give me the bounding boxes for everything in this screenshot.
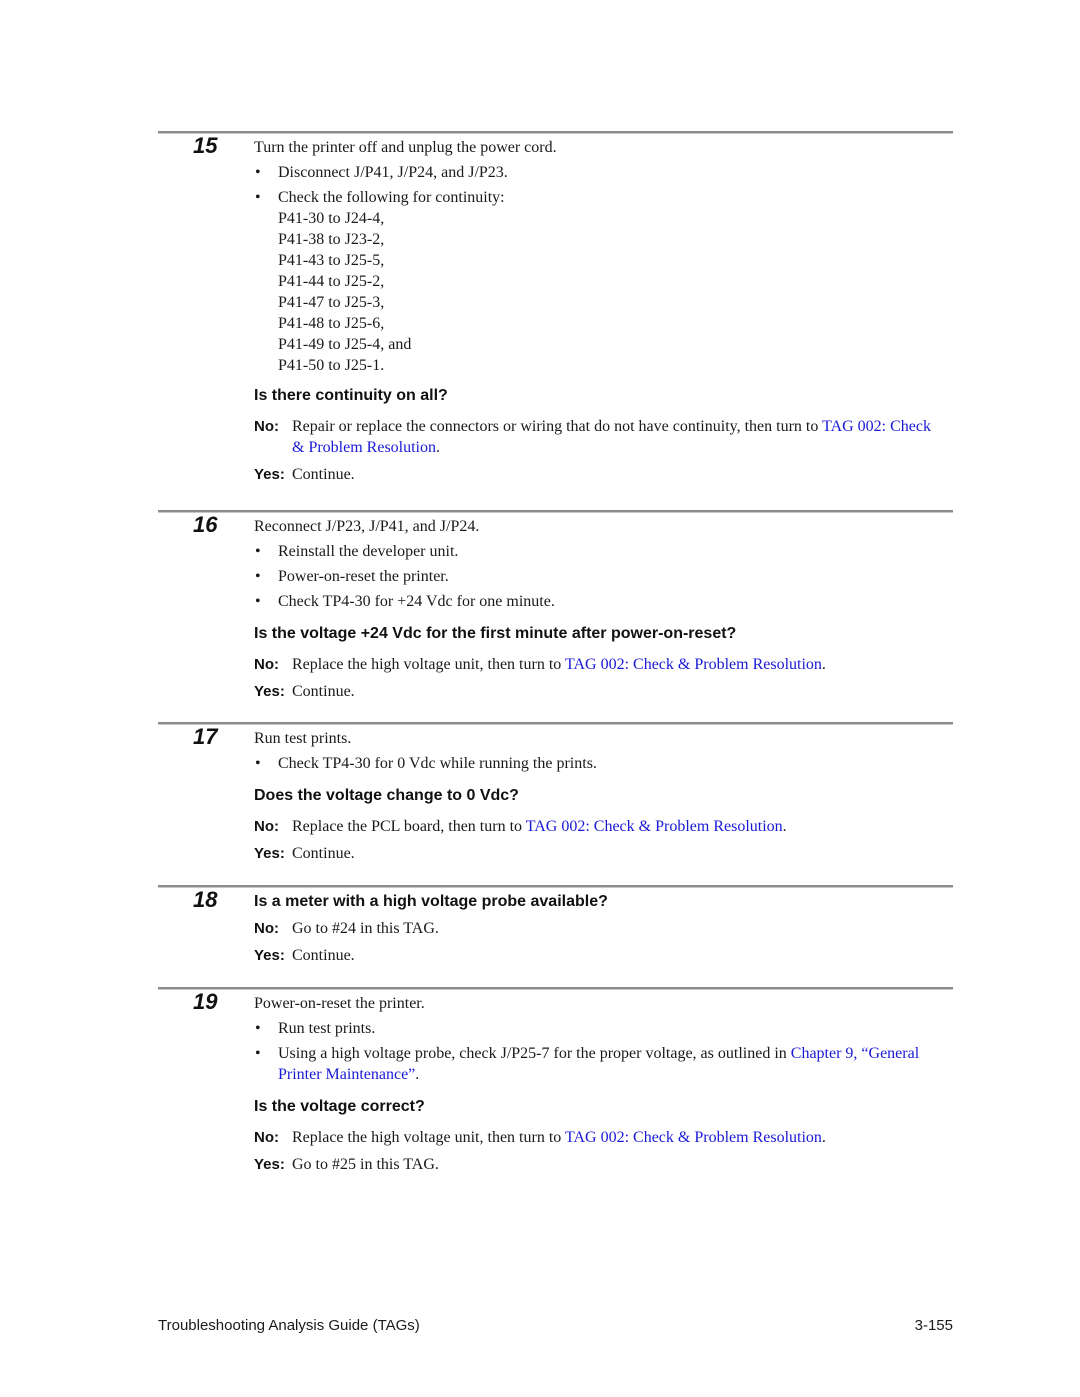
- bullet-icon: •: [255, 568, 261, 585]
- answer-yes: Yes: Go to #25 in this TAG.: [254, 1156, 439, 1173]
- section-divider: [158, 722, 953, 725]
- continuity-item: P41-49 to J25-4, and: [278, 336, 412, 353]
- bullet-icon: •: [255, 543, 261, 560]
- tag-002-link[interactable]: TAG 002: Check & Problem Resolution: [565, 1129, 822, 1146]
- step-number: 19: [193, 989, 218, 1014]
- step-17: 17 Run test prints. • Check TP4-30 for 0 …: [158, 722, 953, 862]
- bullet-icon: •: [255, 593, 261, 610]
- bullet-icon: •: [255, 1020, 261, 1037]
- step-instruction: Power-on-reset the printer.: [254, 995, 425, 1012]
- answer-no: No: Replace the high voltage unit, then t…: [254, 656, 826, 673]
- bullet-icon: •: [255, 189, 261, 206]
- bullet-item: • Run test prints.: [255, 1020, 376, 1037]
- step-19: 19 Power-on-reset the printer. • Run test…: [158, 987, 953, 1173]
- step-number: 17: [193, 724, 218, 749]
- tag-002-link[interactable]: TAG 002: Check & Problem Resolution: [526, 818, 783, 835]
- step-question: Is the voltage correct?: [254, 1098, 425, 1115]
- step-instruction: Reconnect J/P23, J/P41, and J/P24.: [254, 518, 480, 535]
- answer-no: No: Go to #24 in this TAG.: [254, 920, 439, 937]
- answer-yes: Yes: Continue.: [254, 683, 355, 700]
- bullet-item: • Using a high voltage probe, check J/P25…: [255, 1045, 920, 1083]
- step-18: 18 Is a meter with a high voltage probe …: [158, 885, 953, 964]
- answer-yes: Yes: Continue.: [254, 466, 355, 483]
- continuity-item: P41-30 to J24-4,: [278, 210, 385, 227]
- bullet-item: • Check the following for continuity: P41…: [254, 187, 934, 376]
- bullet-icon: •: [255, 755, 261, 772]
- document-page: 15 Turn the printer off and unplug the p…: [0, 0, 1080, 1397]
- continuity-item: P41-47 to J25-3,: [278, 294, 385, 311]
- bullet-item: • Disconnect J/P41, J/P24, and J/P23.: [255, 164, 508, 181]
- bullet-icon: •: [255, 1045, 261, 1062]
- continuity-item: P41-50 to J25-1.: [278, 357, 385, 374]
- step-number: 16: [193, 512, 218, 537]
- section-divider: [158, 131, 953, 134]
- continuity-item: P41-38 to J23-2,: [278, 231, 385, 248]
- continuity-list: P41-30 to J24-4, P41-38 to J23-2, P41-43…: [278, 208, 934, 376]
- page-number: 3-155: [914, 1317, 953, 1334]
- step-16: 16 Reconnect J/P23, J/P41, and J/P24. • R…: [158, 510, 953, 700]
- answer-no: No: Repair or replace the connectors or w…: [254, 418, 931, 456]
- section-divider: [158, 885, 953, 888]
- step-instruction: Run test prints.: [254, 730, 352, 747]
- bullet-item: • Reinstall the developer unit.: [255, 543, 459, 560]
- section-divider: [158, 987, 953, 990]
- step-question: Does the voltage change to 0 Vdc?: [254, 787, 519, 804]
- page-footer: Troubleshooting Analysis Guide (TAGs) 3-…: [158, 1317, 953, 1334]
- step-number: 15: [193, 133, 218, 158]
- footer-title: Troubleshooting Analysis Guide (TAGs): [158, 1317, 420, 1334]
- step-number: 18: [193, 887, 218, 912]
- continuity-item: P41-44 to J25-2,: [278, 273, 385, 290]
- continuity-item: P41-43 to J25-5,: [278, 252, 385, 269]
- answer-no: No: Replace the high voltage unit, then t…: [254, 1129, 826, 1146]
- answer-no: No: Replace the PCL board, then turn to T…: [254, 818, 787, 835]
- bullet-item: • Check TP4-30 for +24 Vdc for one minute…: [255, 593, 555, 610]
- bullet-item: • Power-on-reset the printer.: [255, 568, 449, 585]
- answer-yes: Yes: Continue.: [254, 947, 355, 964]
- bullet-icon: •: [255, 164, 261, 181]
- bullet-item: • Check TP4-30 for 0 Vdc while running th…: [255, 755, 597, 772]
- step-question: Is a meter with a high voltage probe ava…: [254, 893, 608, 910]
- step-15: 15 Turn the printer off and unplug the p…: [158, 131, 953, 483]
- section-divider: [158, 510, 953, 513]
- answer-yes: Yes: Continue.: [254, 845, 355, 862]
- continuity-item: P41-48 to J25-6,: [278, 315, 385, 332]
- step-question: Is the voltage +24 Vdc for the first min…: [254, 625, 737, 642]
- tag-002-link[interactable]: TAG 002: Check & Problem Resolution: [565, 656, 822, 673]
- step-question: Is there continuity on all?: [254, 387, 448, 404]
- step-instruction: Turn the printer off and unplug the powe…: [254, 139, 557, 156]
